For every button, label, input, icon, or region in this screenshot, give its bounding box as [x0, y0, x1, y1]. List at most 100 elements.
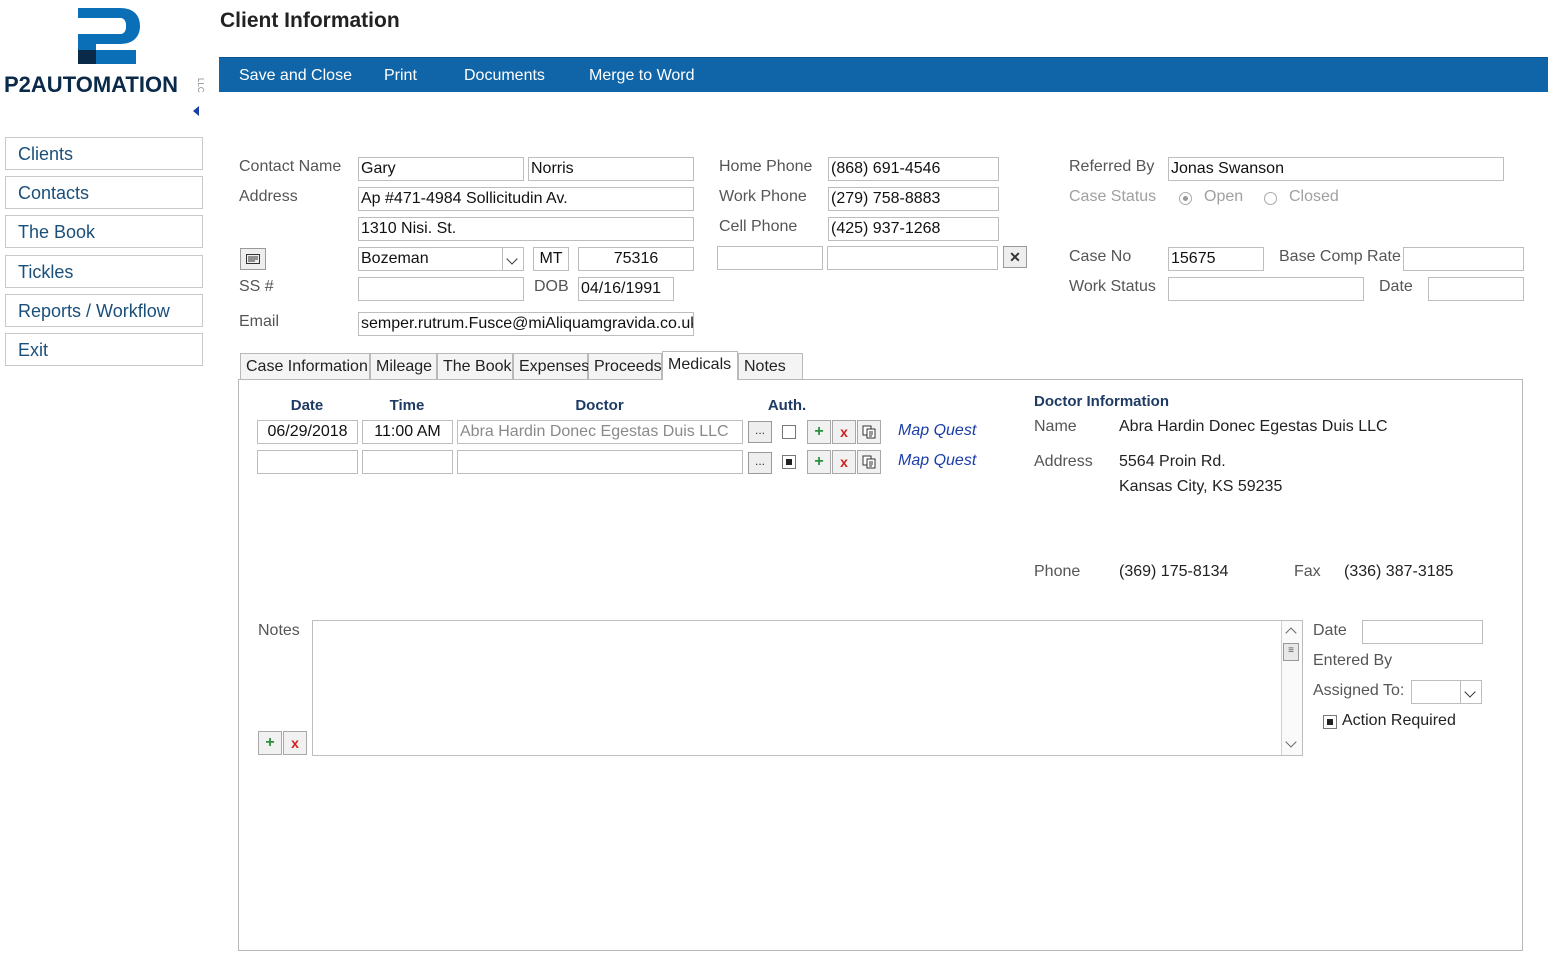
documents-button[interactable]: Documents — [464, 58, 545, 92]
referred-by-field[interactable]: Jonas Swanson — [1168, 157, 1504, 181]
case-status-label: Case Status — [1069, 188, 1157, 205]
sidebar-item-clients[interactable]: Clients — [5, 137, 203, 170]
auth-column-header: Auth. — [767, 397, 807, 414]
notes-scrollbar[interactable]: ≡ — [1281, 621, 1302, 755]
doctor-lookup-button[interactable]: ... — [748, 452, 772, 474]
address-line1-field[interactable]: Ap #471-4984 Sollicitudin Av. — [358, 187, 694, 211]
scroll-up-icon[interactable] — [1285, 627, 1297, 639]
zip-field[interactable]: 75316 — [578, 247, 694, 271]
extra-phone-label-field[interactable] — [717, 246, 823, 270]
action-required-label: Action Required — [1342, 712, 1456, 729]
note-date-field[interactable] — [1362, 620, 1483, 644]
add-note-icon[interactable]: + — [258, 731, 282, 755]
doctor-information-title: Doctor Information — [1034, 393, 1169, 410]
dob-field[interactable]: 04/16/1991 — [578, 277, 674, 301]
case-no-field[interactable]: 15675 — [1168, 247, 1264, 271]
ss-label: SS # — [239, 278, 274, 295]
add-medical-icon[interactable]: + — [807, 420, 831, 444]
tab-medicals[interactable]: Medicals — [662, 351, 738, 380]
medical-time-field[interactable]: 11:00 AM — [362, 420, 453, 444]
assigned-to-label: Assigned To: — [1313, 682, 1405, 699]
chevron-down-icon[interactable] — [502, 248, 523, 270]
notes-label: Notes — [258, 622, 300, 639]
delete-note-icon[interactable]: x — [283, 731, 307, 755]
last-name-field[interactable]: Norris — [528, 157, 694, 181]
status-closed-radio[interactable] — [1264, 192, 1277, 205]
map-quest-link[interactable]: Map Quest — [898, 452, 976, 470]
city-value: Bozeman — [361, 250, 429, 267]
entered-by-label: Entered By — [1313, 652, 1393, 669]
home-phone-field[interactable]: (868) 691-4546 — [828, 157, 999, 181]
work-status-field[interactable] — [1168, 277, 1364, 301]
page-title: Client Information — [220, 9, 400, 32]
address-line2-field[interactable]: 1310 Nisi. St. — [358, 217, 694, 241]
doctor-lookup-button[interactable]: ... — [748, 421, 772, 443]
copy-icon[interactable] — [857, 450, 881, 474]
logo-llc: LLC — [196, 78, 205, 93]
doctor-phone-value: (369) 175-8134 — [1119, 563, 1229, 580]
dob-label: DOB — [534, 278, 569, 295]
case-no-label: Case No — [1069, 248, 1132, 265]
doctor-name-label: Name — [1034, 418, 1077, 435]
sidebar-item-tickles[interactable]: Tickles — [5, 255, 203, 288]
first-name-field[interactable]: Gary — [358, 157, 524, 181]
base-comp-rate-field[interactable] — [1403, 247, 1524, 271]
clear-icon[interactable]: ✕ — [1003, 246, 1027, 268]
action-required-checkbox[interactable] — [1323, 715, 1337, 729]
delete-medical-icon[interactable]: x — [832, 450, 856, 474]
save-and-close-button[interactable]: Save and Close — [239, 58, 352, 92]
sidebar-item-exit[interactable]: Exit — [5, 333, 203, 366]
cell-phone-field[interactable]: (425) 937-1268 — [828, 217, 999, 241]
medical-date-field[interactable] — [257, 450, 358, 474]
scroll-down-icon[interactable] — [1285, 736, 1297, 748]
tab-expenses[interactable]: Expenses — [513, 353, 589, 379]
status-open-label: Open — [1204, 188, 1244, 205]
notes-textarea[interactable]: ≡ — [312, 620, 1303, 756]
add-medical-icon[interactable]: + — [807, 450, 831, 474]
auth-checkbox[interactable] — [782, 425, 796, 439]
sidebar-item-contacts[interactable]: Contacts — [5, 176, 203, 209]
extra-phone-field[interactable] — [827, 246, 998, 270]
doctor-address-line1: 5564 Proin Rd. — [1119, 453, 1226, 470]
auth-checkbox[interactable] — [782, 455, 796, 469]
tab-mileage[interactable]: Mileage — [370, 353, 437, 379]
tab-the-book[interactable]: The Book — [437, 353, 513, 379]
time-column-header: Time — [389, 397, 425, 414]
chevron-down-icon[interactable] — [1460, 681, 1481, 703]
work-phone-field[interactable]: (279) 758-8883 — [828, 187, 999, 211]
sidebar-item-reports-workflow[interactable]: Reports / Workflow — [5, 294, 203, 327]
status-closed-label: Closed — [1289, 188, 1339, 205]
doctor-address-line2: Kansas City, KS 59235 — [1119, 478, 1283, 495]
logo-text: P2AUTOMATION — [4, 72, 178, 97]
medical-date-field[interactable]: 06/29/2018 — [257, 420, 358, 444]
print-button[interactable]: Print — [384, 58, 417, 92]
envelope-icon[interactable] — [240, 248, 266, 270]
status-open-radio[interactable] — [1179, 192, 1192, 205]
work-status-date-field[interactable] — [1428, 277, 1524, 301]
tab-proceeds[interactable]: Proceeds — [588, 353, 662, 379]
doctor-phone-label: Phone — [1034, 563, 1081, 580]
ss-field[interactable] — [358, 277, 524, 301]
toolbar: Save and Close Print Documents Merge to … — [219, 57, 1548, 92]
medical-doctor-field[interactable]: Abra Hardin Donec Egestas Duis LLC — [457, 420, 743, 444]
assigned-to-select[interactable] — [1411, 680, 1482, 704]
merge-to-word-button[interactable]: Merge to Word — [589, 58, 695, 92]
map-quest-link[interactable]: Map Quest — [898, 422, 976, 440]
collapse-sidebar-icon[interactable] — [193, 106, 199, 116]
medical-time-field[interactable] — [362, 450, 453, 474]
state-field[interactable]: MT — [533, 247, 569, 271]
delete-medical-icon[interactable]: x — [832, 420, 856, 444]
doctor-fax-label: Fax — [1294, 563, 1321, 580]
scroll-thumb[interactable]: ≡ — [1283, 643, 1299, 661]
doctor-fax-value: (336) 387-3185 — [1344, 563, 1454, 580]
copy-icon[interactable] — [857, 420, 881, 444]
city-select[interactable]: Bozeman — [358, 247, 524, 271]
medical-doctor-field[interactable] — [457, 450, 743, 474]
doctor-address-label: Address — [1034, 453, 1093, 470]
email-field[interactable]: semper.rutrum.Fusce@miAliquamgravida.co.… — [358, 312, 694, 336]
sidebar-item-the-book[interactable]: The Book — [5, 215, 203, 248]
tab-notes[interactable]: Notes — [738, 353, 803, 379]
tab-case-information[interactable]: Case Information — [240, 353, 370, 379]
home-phone-label: Home Phone — [719, 158, 813, 175]
p2-logo-mark-icon — [78, 8, 140, 64]
